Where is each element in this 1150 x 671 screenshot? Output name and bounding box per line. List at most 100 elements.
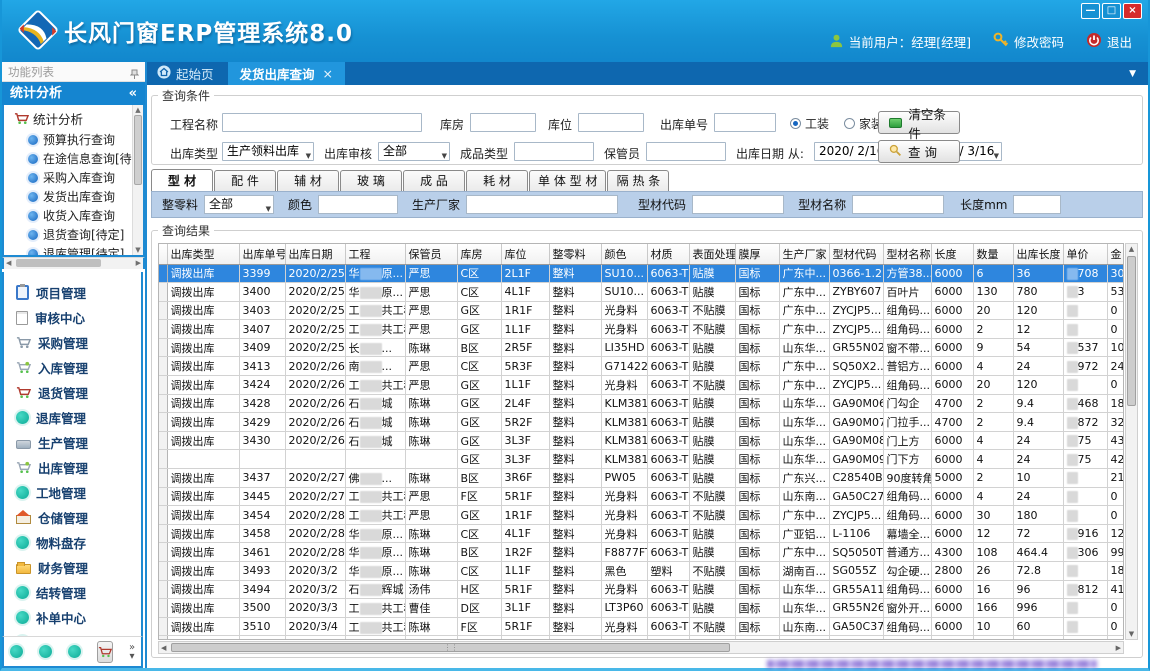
dot-icon[interactable] [68, 645, 81, 658]
scroll-up-icon[interactable]: ▲ [1126, 244, 1137, 254]
sidebar-item-退货管理[interactable]: 退货管理 [4, 380, 141, 405]
more-buttons-chevron[interactable]: »▾ [129, 643, 135, 661]
sidebar-item-退库管理[interactable]: 退库管理 [4, 405, 141, 430]
column-header[interactable]: 整零料 [549, 244, 601, 264]
close-button[interactable]: × [1123, 3, 1142, 19]
column-header[interactable]: 出库类型 [167, 244, 239, 264]
scrollbar-thumb[interactable] [1127, 256, 1136, 406]
column-header[interactable]: 膜厚 [735, 244, 779, 264]
grid-vertical-scrollbar[interactable]: ▲ ▼ [1125, 243, 1138, 640]
sidebar-item-补单中心[interactable]: 补单中心 [4, 605, 141, 630]
statistics-shortcut-button[interactable] [97, 641, 113, 663]
subtab-型材[interactable]: 型 材 [151, 169, 213, 191]
project-name-input[interactable] [222, 113, 422, 132]
manufacturer-input[interactable] [466, 195, 618, 214]
tab-close-icon[interactable]: × [323, 66, 333, 81]
table-row[interactable]: 调拨出库34542020/2/28工共工程严思G区1R1F整料光身料6063-T… [159, 506, 1124, 525]
whole-piece-select[interactable]: 全部 [204, 195, 274, 214]
tree-item[interactable]: 在途信息查询[待 [6, 149, 131, 168]
column-header[interactable]: 库房 [457, 244, 501, 264]
tree-item[interactable]: 发货出库查询 [6, 187, 131, 206]
scroll-left-icon[interactable]: ◀ [6, 259, 11, 267]
tree-root-statistics[interactable]: 统计分析 [6, 107, 131, 130]
tree-horizontal-scrollbar[interactable]: ◀ ▶ [2, 257, 145, 269]
column-header[interactable]: 型材代码 [829, 244, 883, 264]
tab-home[interactable]: 起始页 [147, 62, 228, 85]
sidebar-item-仓储管理[interactable]: 仓储管理 [4, 505, 141, 530]
column-header[interactable]: 单价 [1063, 244, 1107, 264]
column-header[interactable]: 表面处理 [689, 244, 735, 264]
column-header[interactable]: 长度 [931, 244, 973, 264]
profile-code-input[interactable] [692, 195, 784, 214]
table-row[interactable]: 调拨出库34072020/2/25工共工程严思G区1L1F整料光身料6063-T… [159, 320, 1124, 339]
sidebar-item-工地管理[interactable]: 工地管理 [4, 480, 141, 505]
subtab-单体型材[interactable]: 单 体 型 材 [529, 170, 606, 191]
column-header[interactable]: 颜色 [601, 244, 647, 264]
radio-gongzhuang[interactable]: 工装 [790, 115, 829, 132]
subtab-耗材[interactable]: 耗 材 [466, 170, 528, 191]
warehouse-input[interactable] [470, 113, 536, 132]
scroll-right-icon[interactable]: ▶ [136, 259, 141, 267]
tree-item[interactable]: 采购入库查询 [6, 168, 131, 187]
sidebar-item-采购管理[interactable]: 采购管理 [4, 330, 141, 355]
subtab-隔热条[interactable]: 隔 热 条 [607, 170, 669, 191]
search-button[interactable]: 查 询 [878, 140, 960, 163]
column-header[interactable]: 工程 [345, 244, 405, 264]
color-input[interactable] [318, 195, 398, 214]
column-header[interactable]: 生产厂家 [779, 244, 829, 264]
grid-horizontal-scrollbar[interactable]: ◀ ▶ [158, 641, 1124, 654]
out-type-select[interactable]: 生产领料出库 [222, 142, 314, 161]
table-row[interactable]: 调拨出库34372020/2/27佛...陈琳B区3R6F整料PW056063-… [159, 469, 1124, 488]
scrollbar-thumb[interactable] [16, 259, 101, 267]
tree-vertical-scrollbar[interactable]: ▲ ▼ [132, 105, 143, 255]
table-row[interactable]: 调拨出库34612020/2/28华原...陈琳B区1R2F整料F8877FT6… [159, 543, 1124, 562]
product-type-input[interactable] [514, 142, 594, 161]
table-row[interactable]: 调拨出库34032020/2/25工共工程严思G区1R1F整料光身料6063-T… [159, 301, 1124, 320]
tab-list-dropdown-icon[interactable]: ▼ [1129, 69, 1136, 79]
tree-item[interactable]: 退货查询[待定] [6, 225, 131, 244]
collapse-icon[interactable]: « [129, 82, 137, 105]
tree-item[interactable]: 退库管理[待定] [6, 244, 131, 257]
table-row[interactable]: 调拨出库35122020/3/4工共工程陈琳F区1L2F整料光身料6063-T5… [159, 636, 1124, 640]
radio-unselected-icon[interactable] [844, 118, 855, 129]
table-row[interactable]: 调拨出库34282020/2/26石城陈琳G区2L4F整料KLM38176063… [159, 394, 1124, 413]
sidebar-item-项目管理[interactable]: 项目管理 [4, 280, 141, 305]
tab-shipment-outbound-query[interactable]: 发货出库查询 × [228, 62, 346, 85]
subtab-配件[interactable]: 配 件 [214, 170, 276, 191]
table-row[interactable]: 调拨出库34092020/2/25长...陈琳B区2R5F整料LI35HD606… [159, 338, 1124, 357]
column-header[interactable]: 出库日期 [285, 244, 345, 264]
subtab-辅材[interactable]: 辅 材 [277, 170, 339, 191]
scroll-down-icon[interactable]: ▼ [1126, 629, 1137, 639]
dot-icon[interactable] [10, 645, 23, 658]
sidebar-group-header[interactable]: 统计分析 « [2, 82, 145, 105]
keeper-input[interactable] [646, 142, 726, 161]
table-row[interactable]: 调拨出库35102020/3/4工共工程陈琳F区5R1F整料光身料6063-T5… [159, 617, 1124, 636]
column-header[interactable]: 数量 [973, 244, 1013, 264]
scroll-down-icon[interactable]: ▼ [133, 245, 143, 255]
tree-item[interactable]: 预算执行查询 [6, 130, 131, 149]
clear-conditions-button[interactable]: 清空条件 [878, 111, 960, 134]
length-input[interactable] [1013, 195, 1061, 214]
minimize-button[interactable]: — [1081, 3, 1100, 19]
table-row[interactable]: 调拨出库34582020/2/28华原...陈琳C区4L1F整料光身料6063-… [159, 524, 1124, 543]
scrollbar-thumb[interactable] [171, 643, 730, 652]
radio-selected-icon[interactable] [790, 118, 801, 129]
logout-button[interactable]: 退出 [1086, 32, 1132, 51]
sidebar-item-入库管理[interactable]: 入库管理 [4, 355, 141, 380]
table-row[interactable]: 调拨出库34242020/2/26工共工程严思G区1L1F整料光身料6063-T… [159, 376, 1124, 395]
profile-name-input[interactable] [852, 195, 944, 214]
tree-item[interactable]: 收货入库查询 [6, 206, 131, 225]
column-header[interactable]: 型材名称 [883, 244, 931, 264]
audit-select[interactable]: 全部 [378, 142, 450, 161]
column-header[interactable]: 库位 [501, 244, 549, 264]
sidebar-item-物料盘存[interactable]: 物料盘存 [4, 530, 141, 555]
sidebar-item-生产管理[interactable]: 生产管理 [4, 430, 141, 455]
scrollbar-thumb[interactable] [134, 115, 142, 185]
sidebar-item-结转管理[interactable]: 结转管理 [4, 580, 141, 605]
maximize-button[interactable]: □ [1102, 3, 1121, 19]
table-row[interactable]: G区3L3F整料KLM38176063-T5贴膜国标山东华...GA90M09.… [159, 450, 1124, 469]
sidebar-item-出库管理[interactable]: 出库管理 [4, 455, 141, 480]
table-row[interactable]: 调拨出库35002020/3/3工共工程曹佳D区3L1F整料LT3P606063… [159, 599, 1124, 618]
table-row[interactable]: 调拨出库34452020/2/27工共工程严思F区5R1F整料光身料6063-T… [159, 487, 1124, 506]
column-header[interactable]: 出库单号 [239, 244, 285, 264]
